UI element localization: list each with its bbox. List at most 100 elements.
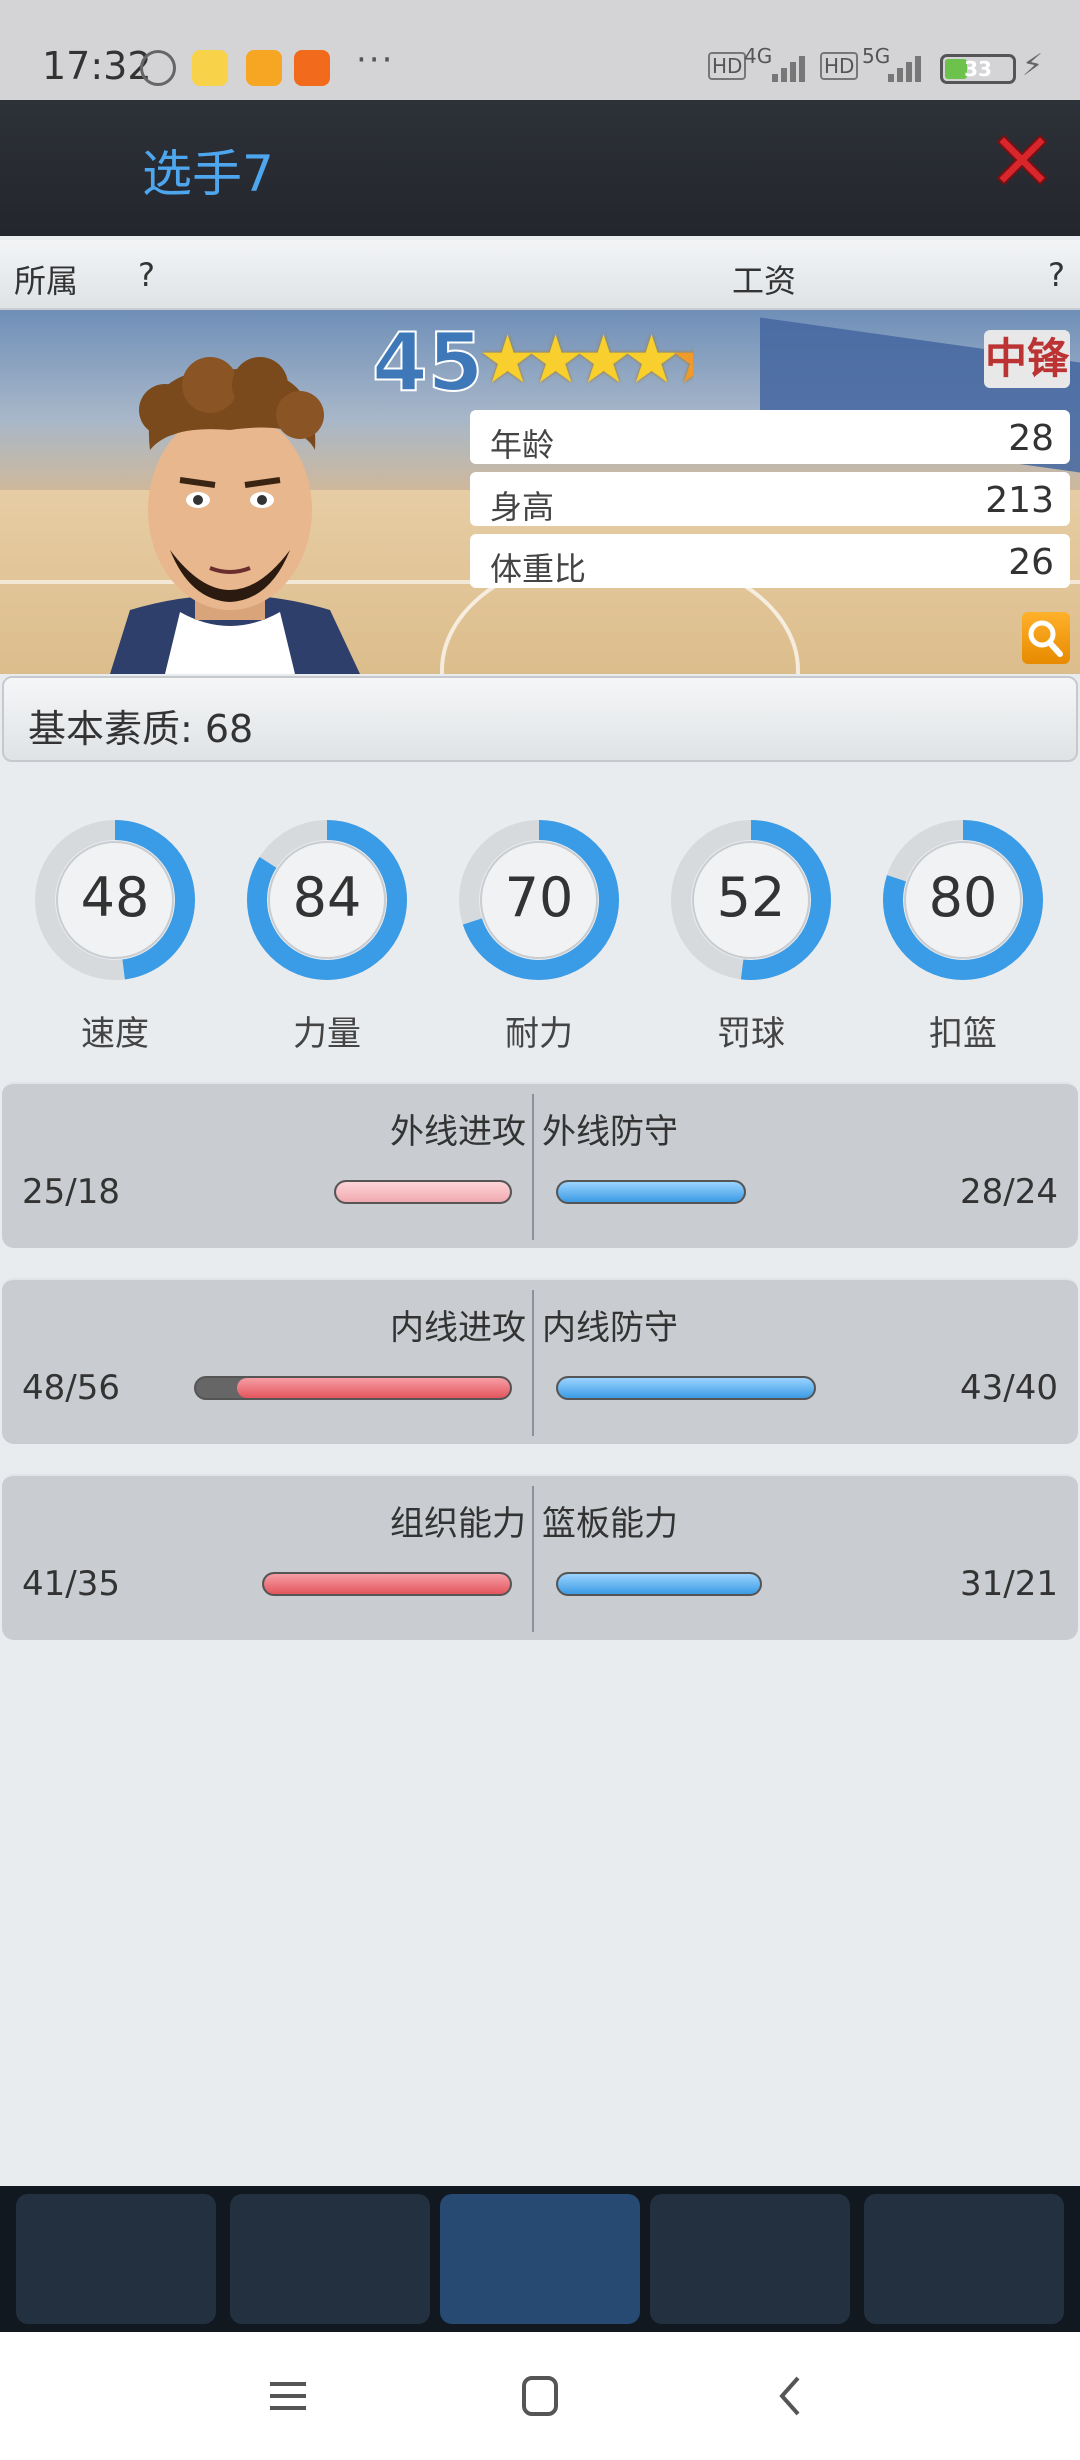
star-icon: ★	[574, 321, 634, 398]
defense-bar	[556, 1572, 762, 1596]
stat-value: 80	[928, 866, 998, 929]
skill-value-right: 31/21	[960, 1564, 1058, 1604]
sim1-signal-icon	[772, 52, 805, 82]
sim1-network: 4G	[744, 44, 773, 68]
star-icon: ★	[670, 326, 693, 394]
defense-bar	[556, 1376, 816, 1400]
info-row-age: 年龄 28	[470, 410, 1070, 464]
battery-level: 33	[964, 57, 992, 81]
info-label: 体重比	[490, 550, 587, 588]
stat-value: 84	[292, 866, 362, 929]
charging-icon: ⚡	[1022, 48, 1044, 83]
panel-divider	[532, 1290, 534, 1436]
team-label: 所属	[14, 262, 79, 300]
sim2-signal-icon	[888, 52, 921, 82]
player-card: 45 ★★★★★ 中锋 年龄 28 身高 213 体重比 26	[0, 310, 1080, 674]
game-nav-item-finance[interactable]	[230, 2194, 430, 2324]
stat-value: 70	[504, 866, 574, 929]
team-value: ?	[138, 256, 155, 294]
game-nav-item-team[interactable]	[440, 2194, 640, 2324]
skill-value-left: 48/56	[22, 1368, 120, 1408]
game-nav-item-schedule[interactable]	[16, 2194, 216, 2324]
stat-dunk: 80 扣篮	[868, 808, 1043, 1054]
page-title: 选手7	[142, 145, 274, 203]
panel-divider	[532, 1094, 534, 1240]
alarm-icon	[140, 50, 176, 86]
back-icon[interactable]	[762, 2372, 822, 2420]
stat-label: 速度	[81, 1014, 149, 1054]
status-bar: 17:32 ··· HD 4G HD 5G 33 ⚡	[0, 0, 1080, 100]
game-nav-item-club[interactable]	[650, 2194, 850, 2324]
info-label: 年龄	[490, 426, 555, 464]
skill-panel-inside: 内线进攻 内线防守 48/56 43/40	[2, 1278, 1078, 1444]
skill-value-left: 25/18	[22, 1172, 120, 1212]
defense-bar	[556, 1180, 746, 1204]
info-value: 26	[1008, 542, 1054, 583]
attack-bar-fill	[264, 1574, 510, 1594]
note-app-icon	[246, 50, 282, 86]
menu-icon[interactable]	[258, 2372, 318, 2420]
attack-bar	[262, 1572, 512, 1596]
mi-app-icon	[294, 50, 330, 86]
info-row-height: 身高 213	[470, 472, 1070, 526]
skill-label-right: 篮板能力	[542, 1504, 678, 1544]
search-button[interactable]	[1022, 612, 1070, 664]
stat-value: 48	[80, 866, 150, 929]
defense-bar-fill	[558, 1378, 814, 1398]
stat-circles: 48 速度 84 力量 70 耐力 52 罚球 80 扣篮	[0, 808, 1080, 1054]
skill-value-left: 41/35	[22, 1564, 120, 1604]
overall-rating: 45	[371, 315, 484, 410]
attack-bar	[194, 1376, 512, 1400]
attack-bar-fill	[336, 1182, 510, 1202]
stat-label: 罚球	[717, 1014, 785, 1054]
game-bottom-nav	[0, 2186, 1080, 2332]
stat-speed: 48 速度	[20, 808, 195, 1054]
stat-label: 力量	[293, 1014, 361, 1054]
defense-bar-fill	[558, 1574, 760, 1594]
skill-label-right: 外线防守	[542, 1112, 678, 1152]
dialog-header: 选手7	[0, 100, 1080, 236]
bunny-app-icon	[192, 50, 228, 86]
stat-free-throw: 52 罚球	[656, 808, 831, 1054]
game-nav-item-more[interactable]	[864, 2194, 1064, 2324]
player-avatar	[110, 357, 360, 674]
home-icon[interactable]	[510, 2372, 570, 2420]
battery-icon: 33	[940, 54, 1016, 84]
skill-panel-playmaking: 组织能力 篮板能力 41/35 31/21	[2, 1474, 1078, 1640]
skill-label-right: 内线防守	[542, 1308, 678, 1348]
skill-panel-outside: 外线进攻 外线防守 25/18 28/24	[2, 1082, 1078, 1248]
sim2-network: 5G	[862, 44, 891, 68]
attack-bar-fill	[236, 1378, 510, 1398]
status-time: 17:32	[42, 44, 152, 88]
defense-bar-fill	[558, 1182, 744, 1202]
info-value: 213	[985, 480, 1054, 521]
skill-label-left: 组织能力	[390, 1504, 526, 1544]
stat-label: 耐力	[505, 1014, 573, 1054]
info-value: 28	[1008, 418, 1054, 459]
star-icon: ★	[622, 321, 682, 398]
skill-label-left: 外线进攻	[390, 1112, 526, 1152]
salary-value: ?	[1048, 256, 1065, 294]
star-icon: ★	[526, 321, 586, 398]
star-icon: ★	[478, 321, 538, 398]
panel-divider	[532, 1486, 534, 1632]
team-salary-bar: 所属 ? 工资 ?	[0, 240, 1080, 310]
star-rating: ★★★★★	[478, 326, 693, 394]
sim2-hd-label: HD	[820, 52, 859, 80]
stat-value: 52	[716, 866, 786, 929]
position-badge: 中锋	[984, 330, 1070, 388]
stat-strength: 84 力量	[232, 808, 407, 1054]
info-row-weight: 体重比 26	[470, 534, 1070, 588]
close-icon[interactable]	[990, 128, 1054, 192]
salary-label: 工资	[732, 262, 797, 300]
system-nav-bar	[0, 2332, 1080, 2460]
base-quality: 基本素质: 68	[28, 707, 254, 751]
skill-value-right: 43/40	[960, 1368, 1058, 1408]
info-label: 身高	[490, 488, 555, 526]
sim1-hd-label: HD	[708, 52, 747, 80]
skill-value-right: 28/24	[960, 1172, 1058, 1212]
more-notifications: ···	[356, 40, 395, 80]
stat-label: 扣篮	[929, 1014, 997, 1054]
attack-bar	[334, 1180, 512, 1204]
skill-label-left: 内线进攻	[390, 1308, 526, 1348]
